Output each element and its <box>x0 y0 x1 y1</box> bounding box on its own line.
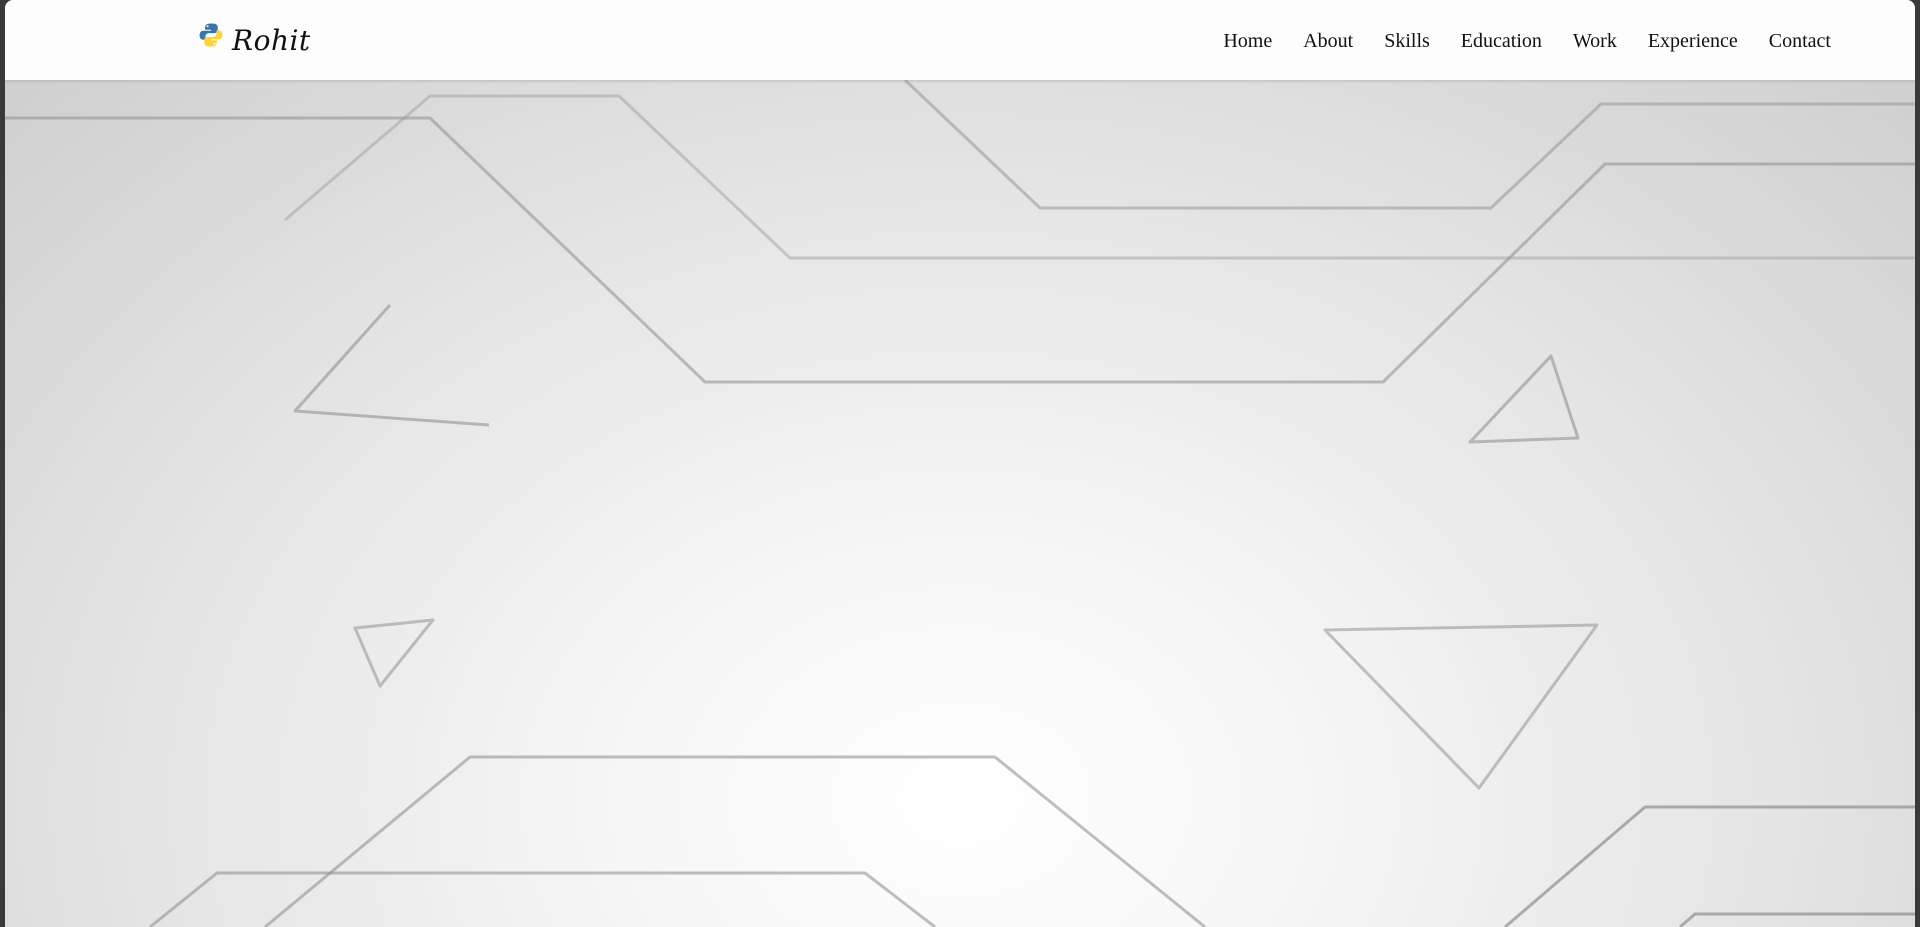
circuit-line <box>1679 912 1915 927</box>
circuit-shape <box>1468 354 1580 444</box>
circuit-pattern <box>5 80 1915 927</box>
browser-viewport: Rohit Home About Skills Education Work E… <box>5 0 1915 927</box>
circuit-line <box>1504 805 1915 927</box>
circuit-line <box>264 755 1206 927</box>
circuit-line <box>5 116 1915 384</box>
navbar: Rohit Home About Skills Education Work E… <box>5 0 1915 80</box>
nav-education[interactable]: Education <box>1461 30 1542 53</box>
nav-contact[interactable]: Contact <box>1769 30 1831 53</box>
brand[interactable]: Rohit <box>198 20 311 60</box>
nav-about[interactable]: About <box>1303 30 1353 53</box>
brand-name: Rohit <box>232 23 311 57</box>
circuit-line <box>903 80 1915 210</box>
nav-experience[interactable]: Experience <box>1648 30 1738 53</box>
circuit-line <box>284 94 1915 260</box>
nav-work[interactable]: Work <box>1573 30 1617 53</box>
circuit-shape <box>1323 623 1599 790</box>
circuit-shape <box>353 618 435 688</box>
python-logo-icon <box>198 22 224 48</box>
circuit-shape <box>293 303 490 427</box>
main-nav: Home About Skills Education Work Experie… <box>1192 30 1831 53</box>
nav-skills[interactable]: Skills <box>1384 30 1430 53</box>
nav-home[interactable]: Home <box>1223 30 1272 53</box>
hero-background <box>5 80 1915 927</box>
circuit-line <box>149 871 936 927</box>
